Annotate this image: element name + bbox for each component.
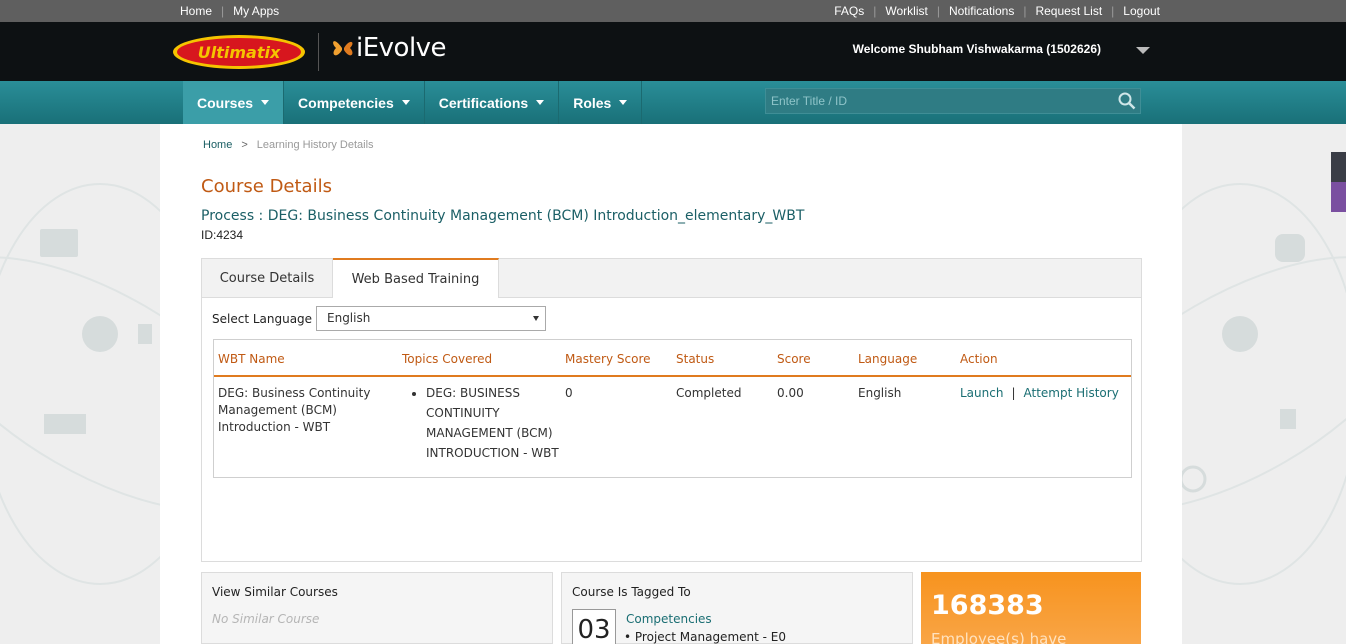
employee-count: 168383 — [931, 590, 1044, 621]
top-left-links: Home | My Apps — [180, 4, 279, 18]
cell-action: Launch | Attempt History — [960, 385, 1119, 402]
course-tagged-panel: Course Is Tagged To 03 Competencies • Pr… — [561, 572, 913, 644]
language-select[interactable]: English — [316, 306, 546, 331]
cell-mastery-score: 0 — [565, 386, 573, 400]
tag-item: • Project Management - E0 — [624, 630, 787, 644]
butterfly-icon — [333, 41, 353, 56]
separator: | — [1023, 4, 1027, 18]
wbt-name-line: DEG: Business Continuity — [218, 386, 371, 400]
side-feedback-tab[interactable] — [1331, 182, 1346, 212]
employee-stats-panel: 168383 Employee(s) have — [921, 572, 1141, 644]
nav-certifications[interactable]: Certifications — [425, 81, 560, 124]
cell-topics: DEG: BUSINESS CONTINUITY MANAGEMENT (BCM… — [412, 383, 559, 463]
top-home-link[interactable]: Home — [180, 4, 212, 18]
nav-competencies-label: Competencies — [298, 94, 394, 111]
nav-roles[interactable]: Roles — [559, 81, 643, 124]
course-tabs-panel: Course Details Web Based Training Select… — [201, 258, 1142, 562]
breadcrumb-current: Learning History Details — [256, 139, 374, 151]
app-name: iEvolve — [356, 33, 447, 63]
search-icon[interactable] — [1118, 92, 1136, 110]
ievolve-logo[interactable]: iEvolve — [330, 33, 447, 63]
separator: | — [1111, 4, 1115, 18]
separator: | — [221, 4, 225, 18]
tab-strip: Course Details Web Based Training — [202, 258, 1141, 298]
chevron-down-icon — [619, 100, 628, 105]
search-input[interactable] — [766, 89, 1106, 113]
wbt-table: WBT Name Topics Covered Mastery Score St… — [213, 339, 1132, 478]
topic-line: CONTINUITY — [426, 406, 500, 420]
top-right-links: FAQs | Worklist | Notifications | Reques… — [834, 4, 1160, 18]
cell-score: 0.00 — [777, 386, 804, 400]
attempt-history-link[interactable]: Attempt History — [1024, 386, 1119, 400]
cell-wbt-name: DEG: Business Continuity Management (BCM… — [218, 385, 370, 436]
language-select-value: English — [327, 311, 371, 325]
dropdown-arrow-icon — [533, 316, 539, 321]
col-language: Language — [858, 352, 918, 366]
employee-count-label: Employee(s) have — [931, 630, 1067, 644]
nav-roles-label: Roles — [573, 94, 612, 111]
action-separator: | — [1011, 386, 1016, 400]
tag-item-label: Project Management - E0 — [634, 630, 787, 644]
course-tagged-title: Course Is Tagged To — [572, 585, 691, 599]
table-header: WBT Name Topics Covered Mastery Score St… — [214, 340, 1131, 377]
separator: | — [873, 4, 877, 18]
similar-courses-title: View Similar Courses — [212, 585, 338, 599]
breadcrumb-separator: > — [241, 139, 248, 151]
search-box — [765, 88, 1141, 114]
col-score: Score — [777, 352, 811, 366]
chevron-down-icon — [261, 100, 270, 105]
top-utility-bar: Home | My Apps FAQs | Worklist | Notific… — [0, 0, 1346, 22]
similar-courses-panel: View Similar Courses No Similar Course — [201, 572, 553, 644]
cell-language: English — [858, 386, 902, 400]
breadcrumb: Home > Learning History Details — [203, 139, 374, 151]
nav-certifications-label: Certifications — [438, 94, 529, 111]
similar-courses-empty: No Similar Course — [212, 612, 320, 626]
col-status: Status — [676, 352, 715, 366]
launch-link[interactable]: Launch — [960, 386, 1003, 400]
topic-item: DEG: BUSINESS CONTINUITY MANAGEMENT (BCM… — [426, 383, 559, 463]
chevron-down-icon — [401, 100, 410, 105]
main-nav: Courses Competencies Certifications Role… — [0, 81, 1346, 124]
notifications-link[interactable]: Notifications — [949, 4, 1014, 18]
col-action: Action — [960, 352, 998, 366]
welcome-user: Welcome Shubham Vishwakarma (1502626) — [852, 42, 1101, 56]
tab-web-based-training[interactable]: Web Based Training — [333, 258, 499, 298]
side-widget-tab[interactable] — [1331, 152, 1346, 182]
tab-course-details[interactable]: Course Details — [202, 259, 333, 298]
topic-line: INTRODUCTION - WBT — [426, 446, 559, 460]
wbt-name-line: Management (BCM) — [218, 403, 337, 417]
cell-status: Completed — [676, 386, 742, 400]
request-list-link[interactable]: Request List — [1035, 4, 1102, 18]
worklist-link[interactable]: Worklist — [885, 4, 927, 18]
my-apps-link[interactable]: My Apps — [233, 4, 279, 18]
col-mastery-score: Mastery Score — [565, 352, 651, 366]
user-menu-caret-icon[interactable] — [1136, 47, 1150, 54]
competencies-link[interactable]: Competencies — [626, 612, 712, 626]
topic-line: MANAGEMENT (BCM) — [426, 426, 553, 440]
tag-count: 03 — [572, 609, 616, 644]
wbt-name-line: Introduction - WBT — [218, 420, 331, 434]
nav-competencies[interactable]: Competencies — [284, 81, 425, 124]
topic-line: DEG: BUSINESS — [426, 386, 520, 400]
chevron-down-icon — [536, 100, 545, 105]
nav-courses[interactable]: Courses — [183, 81, 285, 124]
faqs-link[interactable]: FAQs — [834, 4, 864, 18]
breadcrumb-home[interactable]: Home — [203, 139, 232, 151]
brand-header: Ultimatix iEvolve Welcome Shubham Vishwa… — [0, 22, 1346, 81]
main-content: Home > Learning History Details Course Det… — [160, 124, 1182, 644]
course-id: ID:4234 — [201, 228, 244, 242]
col-wbt-name: WBT Name — [218, 352, 285, 366]
nav-courses-label: Courses — [197, 94, 254, 111]
logo-divider — [318, 33, 319, 71]
page-title: Course Details — [201, 176, 332, 197]
select-language-label: Select Language — [212, 312, 313, 326]
separator: | — [936, 4, 940, 18]
course-name: Process : DEG: Business Continuity Manag… — [201, 208, 805, 224]
col-topics-covered: Topics Covered — [402, 352, 493, 366]
ultimatix-logo[interactable]: Ultimatix — [172, 34, 307, 70]
logout-link[interactable]: Logout — [1123, 4, 1160, 18]
ultimatix-logo-text: Ultimatix — [198, 43, 281, 62]
